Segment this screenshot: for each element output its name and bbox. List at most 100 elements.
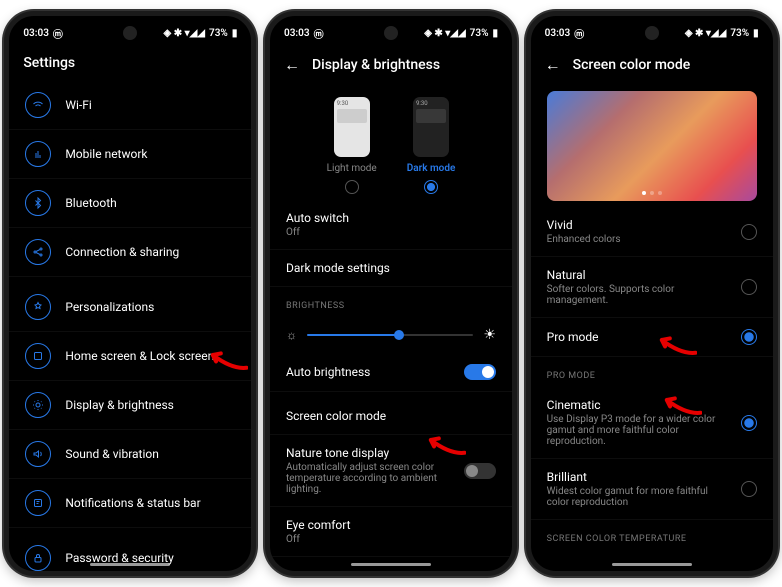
light-preview: 9:30 bbox=[334, 97, 370, 157]
row-sub: Softer colors. Supports color management… bbox=[547, 284, 727, 306]
radio-icon bbox=[424, 180, 438, 194]
status-time: 03:03 bbox=[545, 28, 571, 39]
radio-icon[interactable] bbox=[741, 279, 757, 295]
battery-text: 73% bbox=[209, 28, 228, 39]
phone-settings: 03:03 ⓜ ◈ ✱ ▾◢◢ 73% ▮ Settings Wi-Fi Mob… bbox=[4, 11, 256, 576]
row-personalizations[interactable]: Personalizations bbox=[9, 283, 251, 332]
pro-mode-heading: PRO MODE bbox=[531, 357, 773, 387]
radio-icon bbox=[345, 180, 359, 194]
row-natural[interactable]: Natural Softer colors. Supports color ma… bbox=[531, 257, 773, 318]
bluetooth-icon bbox=[25, 190, 51, 216]
switch-icon[interactable] bbox=[464, 364, 496, 380]
status-bar: 03:03ⓜ ◈ ✱ ▾◢◢73%▮ bbox=[270, 16, 512, 45]
row-label: Natural bbox=[547, 268, 727, 282]
status-bar: 03:03ⓜ ◈ ✱ ▾◢◢73%▮ bbox=[531, 16, 773, 45]
title-text: Settings bbox=[23, 55, 75, 71]
row-connection-sharing[interactable]: Connection & sharing bbox=[9, 228, 251, 277]
battery-icon: ▮ bbox=[492, 28, 498, 39]
status-time: 03:03 bbox=[284, 28, 310, 39]
radio-icon[interactable] bbox=[741, 481, 757, 497]
radio-icon[interactable] bbox=[741, 329, 757, 345]
back-icon[interactable]: ← bbox=[284, 55, 300, 75]
slider-track[interactable] bbox=[307, 334, 473, 336]
pagination-dots bbox=[642, 191, 662, 195]
theme-mode-selector: 9:30 Light mode 9:30 Dark mode bbox=[270, 85, 512, 200]
bright-icon: ☀ bbox=[483, 327, 496, 343]
settings-list: Wi-Fi Mobile network Bluetooth Connectio… bbox=[9, 81, 251, 576]
row-label: Display & brightness bbox=[65, 398, 235, 412]
row-sub: Off bbox=[286, 227, 496, 238]
row-eye-comfort[interactable]: Eye comfort Off bbox=[270, 507, 512, 557]
arrow-annotation bbox=[426, 432, 466, 456]
gmail-icon: ⓜ bbox=[53, 26, 63, 41]
wifi-icon bbox=[25, 92, 51, 118]
arrow-annotation bbox=[657, 332, 697, 356]
row-label: Screen color mode bbox=[286, 409, 496, 423]
brightness-heading: BRIGHTNESS bbox=[270, 287, 512, 317]
status-icons: ◈ ✱ ▾◢◢ bbox=[685, 28, 726, 39]
row-sub: Widest color gamut for more faithful col… bbox=[547, 486, 727, 508]
phone-color-mode: 03:03ⓜ ◈ ✱ ▾◢◢73%▮ ← Screen color mode V… bbox=[526, 11, 778, 576]
page-title: Settings bbox=[9, 45, 251, 81]
light-mode-label: Light mode bbox=[327, 163, 377, 174]
row-cinematic[interactable]: Cinematic Use Display P3 mode for a wide… bbox=[531, 387, 773, 459]
row-screen-color-mode[interactable]: Screen color mode bbox=[270, 398, 512, 435]
row-display-brightness[interactable]: Display & brightness bbox=[9, 381, 251, 430]
switch-icon[interactable] bbox=[464, 463, 496, 479]
row-bluetooth[interactable]: Bluetooth bbox=[9, 179, 251, 228]
row-vivid[interactable]: Vivid Enhanced colors bbox=[531, 207, 773, 257]
row-label: Pro mode bbox=[547, 330, 727, 344]
row-label: Wi-Fi bbox=[65, 98, 235, 112]
title-text: Display & brightness bbox=[312, 57, 440, 73]
status-time: 03:03 bbox=[23, 28, 49, 39]
row-wifi[interactable]: Wi-Fi bbox=[9, 81, 251, 130]
row-sub: Use Display P3 mode for a wider color ga… bbox=[547, 414, 727, 447]
row-label: Auto brightness bbox=[286, 365, 450, 379]
row-auto-switch[interactable]: Auto switch Off bbox=[270, 200, 512, 250]
battery-icon: ▮ bbox=[232, 28, 238, 39]
row-sub: Automatically adjust screen color temper… bbox=[286, 462, 450, 495]
row-notifications[interactable]: Notifications & status bar bbox=[9, 479, 251, 528]
radio-icon[interactable] bbox=[741, 224, 757, 240]
row-label: Connection & sharing bbox=[65, 245, 235, 259]
row-label: Mobile network bbox=[65, 147, 235, 161]
title-bar: ← Screen color mode bbox=[531, 45, 773, 85]
temperature-heading: SCREEN COLOR TEMPERATURE bbox=[531, 520, 773, 550]
light-mode-option[interactable]: 9:30 Light mode bbox=[327, 97, 377, 194]
brightness-slider[interactable]: ☼ ☀ bbox=[270, 317, 512, 353]
row-dark-mode-settings[interactable]: Dark mode settings bbox=[270, 250, 512, 287]
row-nature-tone[interactable]: Nature tone display Automatically adjust… bbox=[270, 435, 512, 507]
row-password[interactable]: Password & security bbox=[9, 534, 251, 576]
dark-mode-option[interactable]: 9:30 Dark mode bbox=[407, 97, 456, 194]
phone-display-brightness: 03:03ⓜ ◈ ✱ ▾◢◢73%▮ ← Display & brightnes… bbox=[265, 11, 517, 576]
row-brilliant[interactable]: Brilliant Widest color gamut for more fa… bbox=[531, 459, 773, 520]
radio-icon[interactable] bbox=[741, 415, 757, 431]
personalize-icon bbox=[25, 294, 51, 320]
row-sound[interactable]: Sound & vibration bbox=[9, 430, 251, 479]
status-icons: ◈ ✱ ▾◢◢ bbox=[424, 28, 465, 39]
row-mobile-network[interactable]: Mobile network bbox=[9, 130, 251, 179]
mobile-icon bbox=[25, 141, 51, 167]
home-indicator[interactable] bbox=[351, 563, 431, 566]
gmail-icon: ⓜ bbox=[314, 26, 324, 41]
notification-icon bbox=[25, 490, 51, 516]
row-label: Vivid bbox=[547, 218, 727, 232]
row-sub: Enhanced colors bbox=[547, 234, 727, 245]
row-label: Notifications & status bar bbox=[65, 496, 235, 510]
back-icon[interactable]: ← bbox=[545, 55, 561, 75]
home-indicator[interactable] bbox=[612, 563, 692, 566]
row-label: Brilliant bbox=[547, 470, 727, 484]
row-label: Bluetooth bbox=[65, 196, 235, 210]
row-pro-mode[interactable]: Pro mode bbox=[531, 318, 773, 357]
color-preview-image[interactable] bbox=[547, 91, 757, 201]
dark-preview: 9:30 bbox=[413, 97, 449, 157]
slider-thumb[interactable] bbox=[394, 330, 404, 340]
home-indicator[interactable] bbox=[90, 563, 170, 566]
home-icon bbox=[25, 343, 51, 369]
row-label: Auto switch bbox=[286, 211, 496, 225]
dark-mode-label: Dark mode bbox=[407, 163, 456, 174]
row-auto-brightness[interactable]: Auto brightness bbox=[270, 353, 512, 392]
title-text: Screen color mode bbox=[573, 57, 691, 73]
row-label: Eye comfort bbox=[286, 518, 496, 532]
row-label: Sound & vibration bbox=[65, 447, 235, 461]
